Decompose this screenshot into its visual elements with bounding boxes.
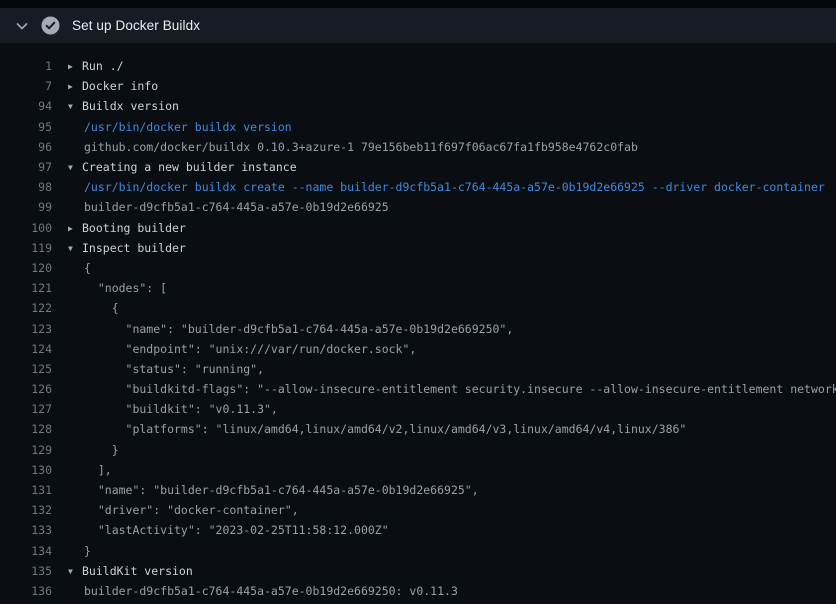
output-text: builder-d9cfb5a1-c764-445a-a57e-0b19d2e6… [52, 584, 458, 598]
line-number[interactable]: 97 [0, 160, 52, 174]
group-title[interactable]: Buildx version [82, 99, 179, 113]
log-line: 99builder-d9cfb5a1-c764-445a-a57e-0b19d2… [0, 197, 836, 217]
chevron-down-icon[interactable] [14, 18, 30, 34]
group-title[interactable]: Docker info [82, 79, 158, 93]
log-line: 136builder-d9cfb5a1-c764-445a-a57e-0b19d… [0, 581, 836, 601]
line-number[interactable]: 127 [0, 402, 52, 416]
group-expanded-icon[interactable]: ▼ [68, 244, 82, 253]
log-line: 131 "name": "builder-d9cfb5a1-c764-445a-… [0, 480, 836, 500]
line-number[interactable]: 119 [0, 241, 52, 255]
line-number[interactable]: 135 [0, 564, 52, 578]
line-number[interactable]: 128 [0, 422, 52, 436]
log-line: 121 "nodes": [ [0, 278, 836, 298]
log-line: 123 "name": "builder-d9cfb5a1-c764-445a-… [0, 318, 836, 338]
log-group-row[interactable]: 97 ▼Creating a new builder instance [0, 157, 836, 177]
log-line: 125 "status": "running", [0, 359, 836, 379]
line-number[interactable]: 96 [0, 140, 52, 154]
output-text: github.com/docker/buildx 0.10.3+azure-1 … [52, 140, 638, 154]
line-number[interactable]: 130 [0, 463, 52, 477]
log-line: 133 "lastActivity": "2023-02-25T11:58:12… [0, 520, 836, 540]
line-number[interactable]: 7 [0, 79, 52, 93]
output-text: "lastActivity": "2023-02-25T11:58:12.000… [52, 523, 389, 537]
line-number[interactable]: 98 [0, 180, 52, 194]
line-number[interactable]: 124 [0, 342, 52, 356]
log-line: 95/usr/bin/docker buildx version [0, 117, 836, 137]
line-number[interactable]: 1 [0, 59, 52, 73]
group-collapsed-icon[interactable]: ▶ [68, 224, 82, 233]
output-text: { [52, 261, 91, 275]
log-line: 128 "platforms": "linux/amd64,linux/amd6… [0, 419, 836, 439]
output-text: "name": "builder-d9cfb5a1-c764-445a-a57e… [52, 483, 479, 497]
group-title[interactable]: Creating a new builder instance [82, 160, 297, 174]
line-number[interactable]: 94 [0, 99, 52, 113]
output-text: } [52, 544, 91, 558]
group-collapsed-icon[interactable]: ▶ [68, 82, 82, 91]
line-number[interactable]: 132 [0, 503, 52, 517]
log-line: 127 "buildkit": "v0.11.3", [0, 399, 836, 419]
log-group-row[interactable]: 7 ▶Docker info [0, 76, 836, 96]
output-text: { [52, 301, 119, 315]
log-line: 96github.com/docker/buildx 0.10.3+azure-… [0, 137, 836, 157]
line-number[interactable]: 126 [0, 382, 52, 396]
line-number[interactable]: 120 [0, 261, 52, 275]
output-text: "status": "running", [52, 362, 264, 376]
group-expanded-icon[interactable]: ▼ [68, 567, 82, 576]
line-number[interactable]: 121 [0, 281, 52, 295]
log-line: 129 } [0, 440, 836, 460]
log-line: 122 { [0, 298, 836, 318]
line-number[interactable]: 123 [0, 322, 52, 336]
group-expanded-icon[interactable]: ▼ [68, 102, 82, 111]
output-text: "nodes": [ [52, 281, 167, 295]
log-line: 98/usr/bin/docker buildx create --name b… [0, 177, 836, 197]
line-number[interactable]: 99 [0, 200, 52, 214]
log-group-row[interactable]: 100 ▶Booting builder [0, 218, 836, 238]
output-text: } [52, 443, 119, 457]
line-number[interactable]: 125 [0, 362, 52, 376]
line-number[interactable]: 136 [0, 584, 52, 598]
line-number[interactable]: 134 [0, 544, 52, 558]
line-number[interactable]: 100 [0, 221, 52, 235]
log-line: 130 ], [0, 460, 836, 480]
group-collapsed-icon[interactable]: ▶ [68, 62, 82, 71]
log-group-row[interactable]: 135 ▼BuildKit version [0, 561, 836, 581]
output-text: builder-d9cfb5a1-c764-445a-a57e-0b19d2e6… [52, 200, 389, 214]
output-text: "buildkitd-flags": "--allow-insecure-ent… [52, 382, 836, 396]
output-text: "name": "builder-d9cfb5a1-c764-445a-a57e… [52, 322, 513, 336]
step-header[interactable]: Set up Docker Buildx [0, 8, 836, 43]
line-number[interactable]: 131 [0, 483, 52, 497]
step-title: Set up Docker Buildx [72, 18, 200, 33]
line-number[interactable]: 95 [0, 120, 52, 134]
log-group-row[interactable]: 1 ▶Run ./ [0, 56, 836, 76]
group-title[interactable]: BuildKit version [82, 564, 193, 578]
line-number[interactable]: 133 [0, 523, 52, 537]
output-text: "platforms": "linux/amd64,linux/amd64/v2… [52, 422, 686, 436]
log-line: 134} [0, 541, 836, 561]
log-line: 120{ [0, 258, 836, 278]
output-text: ], [52, 463, 112, 477]
check-circle-icon [41, 16, 60, 35]
command-text: /usr/bin/docker buildx create --name bui… [52, 180, 825, 194]
log-group-row[interactable]: 119 ▼Inspect builder [0, 238, 836, 258]
line-number[interactable]: 122 [0, 301, 52, 315]
log-line: 132 "driver": "docker-container", [0, 500, 836, 520]
output-text: "driver": "docker-container", [52, 503, 299, 517]
log-line: 124 "endpoint": "unix:///var/run/docker.… [0, 339, 836, 359]
group-title[interactable]: Booting builder [82, 221, 186, 235]
log-group-row[interactable]: 94 ▼Buildx version [0, 96, 836, 116]
actions-log-viewer: Set up Docker Buildx 1▶Run ./7▶Docker in… [0, 0, 836, 604]
command-text: /usr/bin/docker buildx version [52, 120, 292, 134]
output-text: "endpoint": "unix:///var/run/docker.sock… [52, 342, 416, 356]
log-line: 126 "buildkitd-flags": "--allow-insecure… [0, 379, 836, 399]
line-number[interactable]: 129 [0, 443, 52, 457]
group-expanded-icon[interactable]: ▼ [68, 163, 82, 172]
group-title[interactable]: Run ./ [82, 59, 124, 73]
output-text: "buildkit": "v0.11.3", [52, 402, 278, 416]
group-title[interactable]: Inspect builder [82, 241, 186, 255]
log-output: 1▶Run ./7▶Docker info94▼Buildx version95… [0, 43, 836, 604]
